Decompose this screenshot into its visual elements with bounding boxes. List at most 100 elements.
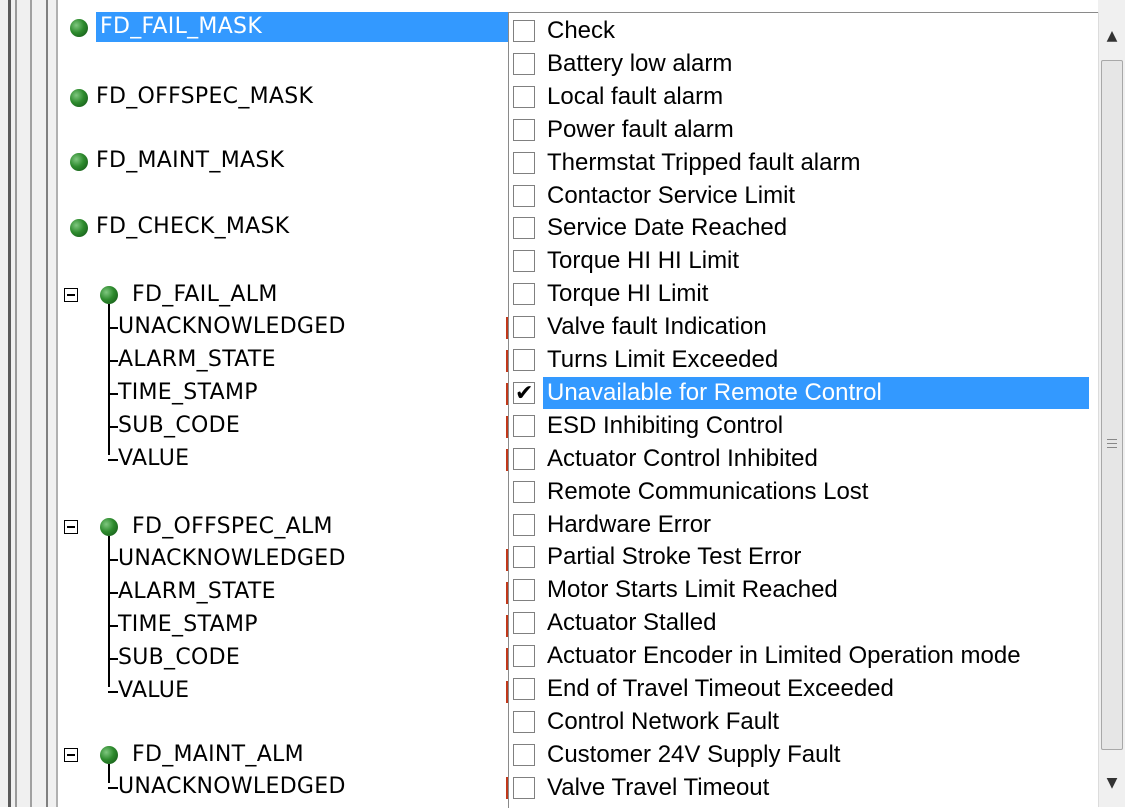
status-dot-icon xyxy=(70,19,88,37)
top-strip xyxy=(1098,0,1125,12)
tree-group[interactable]: FD_FAIL_ALM xyxy=(132,280,278,310)
tree-child[interactable]: ALARM_STATE xyxy=(118,577,276,607)
checklist-item-label: Control Network Fault xyxy=(547,707,780,735)
checklist-item[interactable]: Control Network Fault xyxy=(509,706,1091,738)
checkbox[interactable] xyxy=(513,52,535,75)
checklist-item[interactable]: Torque HI Limit xyxy=(509,278,1091,310)
checklist-item[interactable]: Valve fault Indication xyxy=(509,311,1091,343)
checkbox[interactable] xyxy=(513,546,535,569)
parameter-tree: FD_FAIL_MASK FD_OFFSPEC_MASK FD_MAINT_MASK… xyxy=(58,0,514,807)
checklist-item[interactable]: Service Date Reached xyxy=(509,212,1091,244)
checkbox[interactable] xyxy=(513,645,535,668)
checklist-scrollbar[interactable]: ▲ ▼ xyxy=(1098,12,1125,807)
checklist-item[interactable]: Turns Limit Exceeded xyxy=(509,344,1091,376)
scroll-up-icon[interactable]: ▲ xyxy=(1099,12,1125,60)
tree-child-label: UNACKNOWLEDGED xyxy=(118,314,346,339)
checkbox[interactable] xyxy=(513,678,535,700)
checklist-item[interactable]: Unavailable for Remote Control xyxy=(509,376,1091,410)
tree-child[interactable]: ALARM_STATE xyxy=(118,345,276,375)
tree-child[interactable]: TIME_STAMP xyxy=(118,378,258,408)
tree-child[interactable]: TIME_STAMP xyxy=(118,610,258,640)
tree-child[interactable]: VALUE xyxy=(118,676,189,706)
tree-connector xyxy=(108,691,118,693)
checkbox[interactable] xyxy=(513,184,535,207)
checklist-item-label: ESD Inhibiting Control xyxy=(547,411,784,439)
checkbox[interactable] xyxy=(513,513,535,536)
tree-child[interactable]: SUB_CODE xyxy=(118,643,240,673)
checklist-item-label: Customer 24V Supply Fault xyxy=(547,740,841,768)
checklist-item[interactable]: Remote Communications Lost xyxy=(509,476,1091,508)
checkbox[interactable] xyxy=(513,118,535,141)
checkbox[interactable] xyxy=(513,349,535,371)
collapse-icon[interactable] xyxy=(64,748,78,762)
tree-item[interactable]: FD_CHECK_MASK xyxy=(96,212,290,242)
tree-group[interactable]: FD_OFFSPEC_ALM xyxy=(132,512,333,542)
tree-item[interactable]: FD_OFFSPEC_MASK xyxy=(96,82,313,112)
checkbox[interactable] xyxy=(513,20,535,42)
tree-child-label: VALUE xyxy=(118,446,190,471)
checklist-item[interactable]: Local fault alarm xyxy=(509,81,1091,113)
checklist-item[interactable]: Power fault alarm xyxy=(509,114,1091,146)
tree-connector xyxy=(108,426,118,428)
checkbox[interactable] xyxy=(513,776,535,799)
collapse-icon[interactable] xyxy=(64,288,78,302)
scroll-down-icon[interactable]: ▼ xyxy=(1099,759,1125,807)
checklist-item[interactable]: Torque HI HI Limit xyxy=(509,245,1091,277)
checkbox[interactable] xyxy=(513,480,535,503)
tree-child[interactable]: SUB_CODE xyxy=(118,411,240,441)
tree-item-label: FD_OFFSPEC_MASK xyxy=(96,84,314,109)
checkbox[interactable] xyxy=(513,447,535,470)
tree-child[interactable]: UNACKNOWLEDGED xyxy=(118,772,346,802)
window-left-edge xyxy=(0,0,58,807)
checklist-item-label: Battery low alarm xyxy=(547,49,733,77)
checklist-item[interactable]: Hardware Error xyxy=(509,509,1091,541)
checklist-item[interactable]: Actuator Encoder in Limited Operation mo… xyxy=(509,640,1091,672)
checklist-item-label: Thermstat Tripped fault alarm xyxy=(547,148,861,176)
checkbox[interactable] xyxy=(513,414,535,437)
checkbox[interactable] xyxy=(513,710,535,733)
checkbox[interactable] xyxy=(513,316,535,339)
tree-child-label: UNACKNOWLEDGED xyxy=(118,546,346,571)
checkbox[interactable] xyxy=(513,85,535,108)
checklist-item[interactable]: Actuator Control Inhibited xyxy=(509,443,1091,475)
checklist-item[interactable]: End of Travel Timeout Exceeded xyxy=(509,673,1091,705)
checklist-item-label: Unavailable for Remote Control xyxy=(543,376,1089,409)
checklist-item[interactable]: Contactor Service Limit xyxy=(509,180,1091,212)
checklist-item[interactable]: Battery low alarm xyxy=(509,48,1091,80)
tree-child-label: SUB_CODE xyxy=(118,645,241,670)
tree-item[interactable]: FD_MAINT_MASK xyxy=(96,146,284,176)
status-dot-icon xyxy=(100,286,118,304)
tree-item-label: FD_CHECK_MASK xyxy=(96,214,290,239)
collapse-icon[interactable] xyxy=(64,520,78,534)
tree-child-label: TIME_STAMP xyxy=(118,380,258,405)
checklist-item[interactable]: ESD Inhibiting Control xyxy=(509,410,1091,442)
tree-child[interactable]: UNACKNOWLEDGED xyxy=(118,312,346,342)
checklist-item[interactable]: Motor Starts Limit Reached xyxy=(509,574,1091,606)
checkbox[interactable] xyxy=(513,217,535,240)
checklist-item-label: Remote Communications Lost xyxy=(547,477,869,505)
checkbox-checked[interactable] xyxy=(513,378,535,410)
scroll-thumb[interactable] xyxy=(1101,60,1123,750)
frame-stripe xyxy=(30,0,32,807)
tree-group[interactable]: FD_MAINT_ALM xyxy=(132,740,304,770)
tree-connector xyxy=(108,327,118,329)
checklist-item[interactable]: Actuator Stalled xyxy=(509,607,1091,639)
tree-child[interactable]: UNACKNOWLEDGED xyxy=(118,544,346,574)
tree-child[interactable]: VALUE xyxy=(118,444,189,474)
checklist-item[interactable]: Thermstat Tripped fault alarm xyxy=(509,147,1091,179)
checkbox[interactable] xyxy=(513,283,535,306)
checklist-item[interactable]: Valve Travel Timeout xyxy=(509,772,1091,804)
checkbox[interactable] xyxy=(513,579,535,602)
checkbox[interactable] xyxy=(513,151,535,174)
checklist-item-label: Torque HI HI Limit xyxy=(547,247,740,275)
tree-item[interactable]: FD_FAIL_MASK xyxy=(96,12,514,42)
checklist-item[interactable]: Partial Stroke Test Error xyxy=(509,541,1091,573)
checklist-item[interactable]: Customer 24V Supply Fault xyxy=(509,739,1091,771)
checkbox[interactable] xyxy=(513,612,535,635)
status-dot-icon xyxy=(100,746,118,764)
checkbox[interactable] xyxy=(513,743,535,766)
checklist-item[interactable]: Check xyxy=(509,15,1091,47)
grip-icon xyxy=(1107,439,1117,451)
checkbox[interactable] xyxy=(513,250,535,273)
tree-connector xyxy=(108,625,118,627)
